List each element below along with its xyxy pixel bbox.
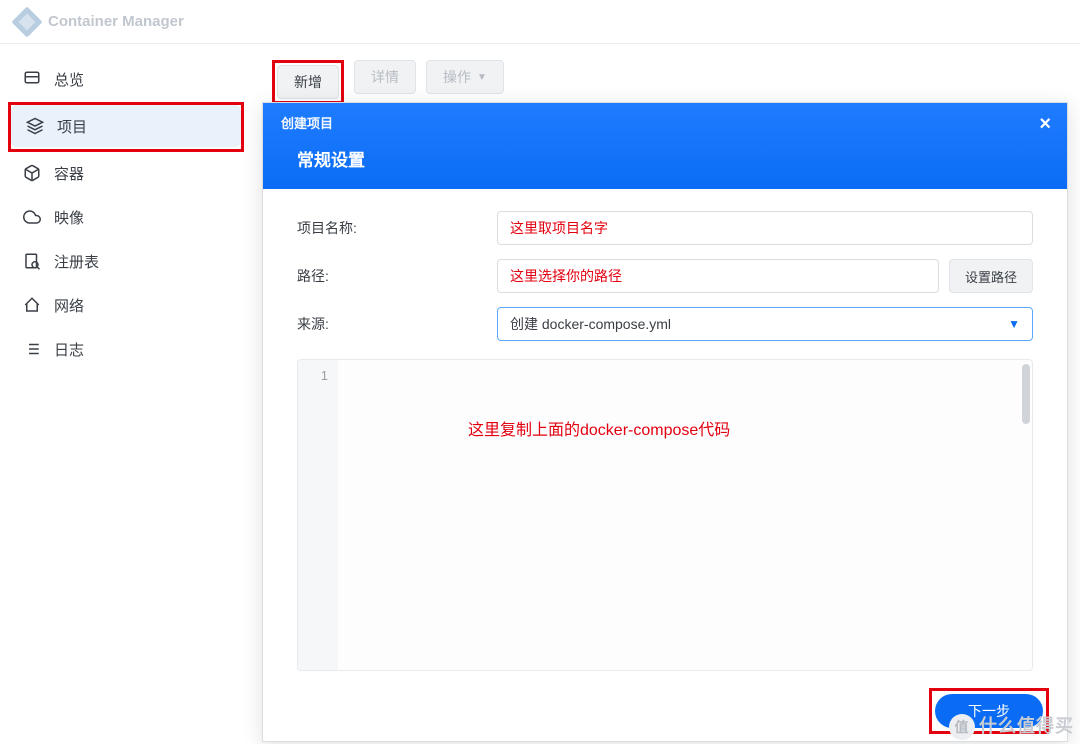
modal-footer: 下一步 — [263, 681, 1067, 741]
sidebar-item-overview[interactable]: 总览 — [8, 58, 244, 100]
action-button[interactable]: 操作 ▼ — [426, 60, 504, 94]
sidebar-item-image[interactable]: 映像 — [8, 196, 244, 238]
form-row-path: 路径: 设置路径 — [297, 259, 1033, 293]
create-project-modal: 创建项目 × 常规设置 项目名称: 路径: 设置路径 来源: 创建 docker… — [262, 102, 1068, 742]
dashboard-icon — [22, 69, 42, 89]
form-row-name: 项目名称: — [297, 211, 1033, 245]
add-button[interactable]: 新增 — [277, 65, 339, 99]
action-button-label: 操作 — [443, 67, 471, 87]
list-icon — [22, 339, 42, 359]
highlight-box-add: 新增 — [272, 60, 344, 104]
highlight-box-next: 下一步 — [929, 688, 1049, 734]
line-number: 1 — [298, 368, 328, 383]
sidebar-item-network[interactable]: 网络 — [8, 284, 244, 326]
app-header: Container Manager — [0, 0, 1080, 44]
sidebar-item-log[interactable]: 日志 — [8, 328, 244, 370]
sidebar-item-registry[interactable]: 注册表 — [8, 240, 244, 282]
label-path: 路径: — [297, 266, 497, 286]
source-select-value: 创建 docker-compose.yml — [510, 314, 671, 334]
app-logo-icon — [11, 6, 42, 37]
sidebar-item-label: 容器 — [54, 163, 84, 184]
toolbar: 新增 详情 操作 ▼ — [272, 60, 1060, 104]
set-path-button[interactable]: 设置路径 — [949, 259, 1033, 293]
chevron-down-icon: ▼ — [477, 72, 487, 83]
layers-icon — [25, 116, 45, 136]
close-icon[interactable]: × — [1039, 113, 1051, 136]
sidebar: 总览 项目 容器 映像 注册表 网络 日志 — [0, 44, 252, 744]
project-name-input[interactable] — [497, 211, 1033, 245]
path-input[interactable] — [497, 259, 939, 293]
sidebar-item-label: 日志 — [54, 339, 84, 360]
editor-body[interactable]: 这里复制上面的docker-compose代码 — [338, 360, 1032, 670]
chevron-down-icon: ▼ — [1008, 317, 1020, 331]
cube-icon — [22, 163, 42, 183]
sidebar-item-label: 总览 — [54, 69, 84, 90]
network-icon — [22, 295, 42, 315]
sidebar-item-label: 映像 — [54, 207, 84, 228]
modal-header: 创建项目 × 常规设置 — [263, 103, 1067, 189]
sidebar-item-label: 注册表 — [54, 251, 99, 272]
app-title: Container Manager — [48, 13, 184, 30]
label-source: 来源: — [297, 314, 497, 334]
sidebar-item-container[interactable]: 容器 — [8, 152, 244, 194]
editor-annotation: 这里复制上面的docker-compose代码 — [468, 416, 730, 440]
highlight-box-sidebar: 项目 — [8, 102, 244, 152]
next-button[interactable]: 下一步 — [935, 694, 1043, 728]
modal-body: 项目名称: 路径: 设置路径 来源: 创建 docker-compose.yml… — [263, 189, 1067, 681]
scrollbar[interactable] — [1022, 364, 1030, 424]
label-project-name: 项目名称: — [297, 218, 497, 238]
sidebar-item-project[interactable]: 项目 — [11, 105, 241, 147]
modal-heading: 常规设置 — [263, 132, 1067, 189]
sidebar-item-label: 网络 — [54, 295, 84, 316]
search-doc-icon — [22, 251, 42, 271]
code-editor[interactable]: 1 这里复制上面的docker-compose代码 — [297, 359, 1033, 671]
modal-breadcrumb: 创建项目 — [263, 103, 1067, 132]
sidebar-item-label: 项目 — [57, 116, 87, 137]
detail-button[interactable]: 详情 — [354, 60, 416, 94]
form-row-source: 来源: 创建 docker-compose.yml ▼ — [297, 307, 1033, 341]
cloud-icon — [22, 207, 42, 227]
editor-gutter: 1 — [298, 360, 338, 670]
source-select[interactable]: 创建 docker-compose.yml ▼ — [497, 307, 1033, 341]
